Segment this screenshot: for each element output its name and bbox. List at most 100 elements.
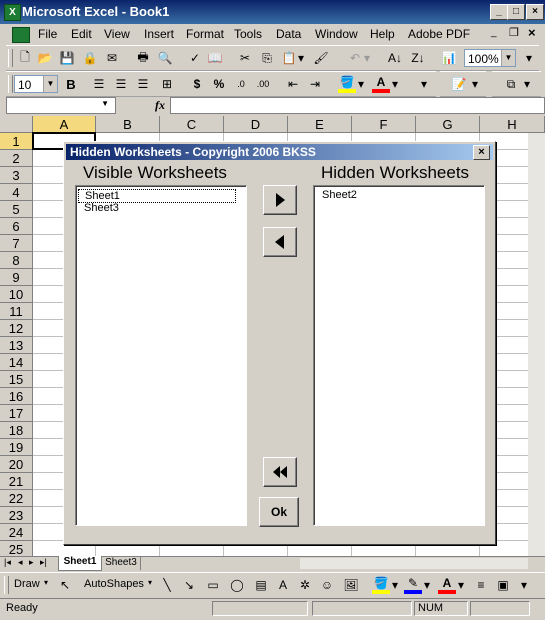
fill-color-icon[interactable]: 🪣 bbox=[338, 75, 356, 93]
row-header[interactable]: 5 bbox=[0, 201, 33, 218]
column-header[interactable]: A bbox=[33, 116, 96, 133]
chevron-down-icon[interactable]: ▾ bbox=[422, 576, 432, 594]
column-header[interactable]: C bbox=[160, 116, 224, 133]
column-header[interactable]: G bbox=[416, 116, 480, 133]
menu-adobe-pdf[interactable]: Adobe PDF bbox=[408, 27, 470, 41]
ok-button[interactable]: Ok bbox=[259, 497, 299, 527]
undo-dropdown-icon[interactable]: ▾ bbox=[362, 49, 372, 67]
chevron-down-icon[interactable]: ▼ bbox=[43, 76, 57, 92]
merge-center-icon[interactable]: ⊞ bbox=[158, 75, 176, 93]
font-color-icon[interactable]: A bbox=[372, 75, 390, 93]
row-header[interactable]: 15 bbox=[0, 371, 33, 388]
research-icon[interactable]: 📖 bbox=[206, 49, 224, 67]
column-header[interactable]: B bbox=[96, 116, 160, 133]
toolbar-grip[interactable] bbox=[8, 49, 13, 67]
row-header[interactable]: 4 bbox=[0, 184, 33, 201]
toolbar-options-icon[interactable]: ▾ bbox=[518, 576, 530, 594]
dialog-close-button[interactable]: × bbox=[473, 145, 490, 160]
column-header[interactable]: F bbox=[352, 116, 416, 133]
first-sheet-icon[interactable]: |◂ bbox=[4, 557, 11, 568]
row-header[interactable]: 1 bbox=[0, 133, 33, 150]
row-header[interactable]: 6 bbox=[0, 218, 33, 235]
chevron-down-icon[interactable]: ▼ bbox=[101, 99, 109, 108]
chevron-down-icon[interactable]: ▾ bbox=[390, 75, 400, 93]
decrease-indent-icon[interactable]: ⇤ bbox=[284, 75, 302, 93]
row-header[interactable]: 17 bbox=[0, 405, 33, 422]
line-color-icon[interactable]: ✎ bbox=[404, 576, 422, 594]
column-header[interactable]: E bbox=[288, 116, 352, 133]
permission-icon[interactable]: 🔒 bbox=[81, 49, 99, 67]
row-header[interactable]: 14 bbox=[0, 354, 33, 371]
print-icon[interactable]: 🖶 bbox=[134, 49, 152, 67]
zoom-combo[interactable]: 100% ▼ bbox=[464, 49, 516, 67]
workbook-icon[interactable] bbox=[12, 27, 30, 43]
row-header[interactable]: 3 bbox=[0, 167, 33, 184]
row-header[interactable]: 8 bbox=[0, 252, 33, 269]
unhide-all-button[interactable] bbox=[263, 457, 297, 487]
picture-icon[interactable]: 🖼 bbox=[342, 576, 360, 594]
row-header[interactable]: 22 bbox=[0, 490, 33, 507]
maximize-button[interactable]: □ bbox=[507, 4, 525, 20]
excel-icon[interactable]: X bbox=[4, 4, 21, 21]
row-header[interactable]: 11 bbox=[0, 303, 33, 320]
menu-format[interactable]: Format bbox=[186, 27, 224, 41]
row-header[interactable]: 18 bbox=[0, 422, 33, 439]
chevron-down-icon[interactable]: ▼ bbox=[501, 50, 515, 66]
row-header[interactable]: 13 bbox=[0, 337, 33, 354]
draw-menu[interactable]: Draw bbox=[14, 578, 40, 590]
cut-icon[interactable]: ✂ bbox=[236, 49, 254, 67]
last-sheet-icon[interactable]: ▸| bbox=[40, 557, 47, 568]
autoshapes-menu[interactable]: AutoShapes bbox=[84, 578, 144, 590]
row-header[interactable]: 2 bbox=[0, 150, 33, 167]
print-preview-icon[interactable]: 🔍 bbox=[156, 49, 174, 67]
toolbar-options-icon[interactable]: ▾ bbox=[522, 75, 532, 93]
menu-help[interactable]: Help bbox=[370, 27, 395, 41]
menu-insert[interactable]: Insert bbox=[144, 27, 174, 41]
chevron-down-icon[interactable]: ▾ bbox=[356, 75, 366, 93]
toolbar-options-icon[interactable]: ▾ bbox=[418, 75, 430, 93]
minimize-button[interactable]: _ bbox=[490, 4, 508, 20]
row-header[interactable]: 10 bbox=[0, 286, 33, 303]
shapes-icon[interactable]: ⧉ bbox=[502, 75, 520, 93]
decrease-decimal-icon[interactable]: .00 bbox=[254, 75, 272, 93]
row-header[interactable]: 19 bbox=[0, 439, 33, 456]
column-header[interactable]: D bbox=[224, 116, 288, 133]
currency-button[interactable]: $ bbox=[188, 75, 206, 93]
select-all-corner[interactable] bbox=[0, 116, 33, 133]
row-header[interactable]: 12 bbox=[0, 320, 33, 337]
open-icon[interactable]: 📂 bbox=[36, 49, 54, 67]
list-item[interactable]: Sheet2 bbox=[322, 189, 357, 201]
line-icon[interactable]: ╲ bbox=[158, 576, 176, 594]
doc-minimize-button[interactable]: _ bbox=[491, 27, 497, 38]
prev-sheet-icon[interactable]: ◂ bbox=[18, 557, 23, 568]
textbox-icon[interactable]: ▤ bbox=[252, 576, 270, 594]
save-icon[interactable]: 💾 bbox=[58, 49, 76, 67]
vertical-scrollbar[interactable] bbox=[528, 133, 545, 556]
oval-icon[interactable]: ◯ bbox=[228, 576, 246, 594]
new-icon[interactable]: 🗋 bbox=[16, 49, 34, 67]
menu-tools[interactable]: Tools bbox=[234, 27, 262, 41]
name-box[interactable]: ▼ bbox=[6, 97, 116, 114]
font-color-icon[interactable]: A bbox=[438, 576, 456, 594]
chart-wizard-icon[interactable]: 📊 bbox=[440, 49, 458, 67]
toolbar-options-icon[interactable]: ▾ bbox=[520, 49, 538, 67]
sheet-tab-sheet1[interactable]: Sheet1 bbox=[58, 556, 102, 571]
unhide-sheet-button[interactable] bbox=[263, 227, 297, 257]
close-button[interactable]: × bbox=[526, 4, 544, 20]
doc-restore-button[interactable]: ❐ bbox=[509, 26, 519, 39]
copy-icon[interactable]: ⎘ bbox=[258, 49, 276, 67]
fill-color-icon[interactable]: 🪣 bbox=[372, 576, 390, 594]
row-header[interactable]: 9 bbox=[0, 269, 33, 286]
sort-descending-icon[interactable]: Z↓ bbox=[409, 49, 427, 67]
toolbar-grip[interactable] bbox=[4, 576, 9, 594]
wordart-icon[interactable]: A bbox=[274, 576, 292, 594]
function-icon[interactable]: fx bbox=[155, 98, 165, 113]
spelling-icon[interactable]: ✓ bbox=[186, 49, 204, 67]
horizontal-scrollbar[interactable] bbox=[300, 558, 528, 569]
list-item[interactable]: Sheet3 bbox=[84, 202, 119, 214]
clipart-icon[interactable]: ☺ bbox=[318, 576, 336, 594]
menu-edit[interactable]: Edit bbox=[71, 27, 92, 41]
menu-data[interactable]: Data bbox=[276, 27, 301, 41]
row-header[interactable]: 20 bbox=[0, 456, 33, 473]
bold-button[interactable]: B bbox=[62, 75, 80, 93]
